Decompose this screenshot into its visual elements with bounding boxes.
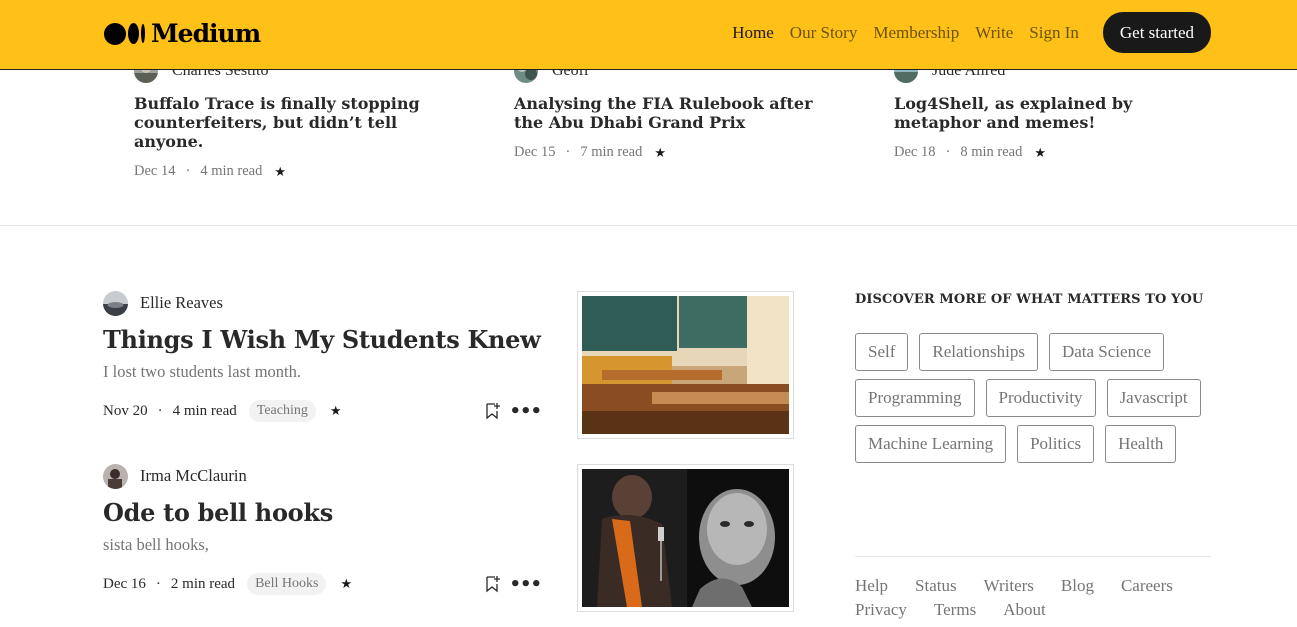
feed-post: Irma McClaurin Ode to bell hooks sista b… bbox=[103, 463, 553, 596]
footer-link-blog[interactable]: Blog bbox=[1061, 576, 1094, 596]
author-avatar[interactable] bbox=[103, 290, 128, 316]
nav-membership[interactable]: Membership bbox=[873, 13, 959, 53]
classroom-image bbox=[582, 296, 789, 434]
story-date: Dec 14 bbox=[134, 163, 176, 179]
topic-javascript[interactable]: Javascript bbox=[1106, 379, 1201, 417]
footer-link-status[interactable]: Status bbox=[915, 576, 957, 596]
topics-list: Self Relationships Data Science Programm… bbox=[855, 333, 1215, 463]
member-star-icon: ★ bbox=[274, 163, 286, 179]
bookmark-add-icon[interactable] bbox=[485, 575, 501, 593]
portrait-collage-image bbox=[582, 469, 789, 607]
trending-item[interactable]: Jude Allred Log4Shell, as explained by m… bbox=[894, 56, 1194, 161]
story-date: Nov 20 bbox=[103, 402, 148, 419]
topic-programming[interactable]: Programming bbox=[855, 379, 975, 417]
footer-link-writers[interactable]: Writers bbox=[984, 576, 1034, 596]
member-star-icon: ★ bbox=[329, 403, 342, 418]
author-avatar[interactable] bbox=[103, 463, 128, 489]
discover-heading: DISCOVER MORE OF WHAT MATTERS TO YOU bbox=[855, 292, 1204, 307]
medium-logo[interactable]: Medium bbox=[104, 19, 261, 48]
brand-name: Medium bbox=[151, 19, 261, 48]
topic-tag[interactable]: Bell Hooks bbox=[247, 573, 327, 595]
author-name[interactable]: Irma McClaurin bbox=[140, 466, 247, 486]
get-started-button[interactable]: Get started bbox=[1102, 12, 1211, 53]
topic-self[interactable]: Self bbox=[855, 333, 909, 371]
story-thumbnail[interactable] bbox=[577, 291, 794, 439]
trending-item[interactable]: Geoff Analysing the FIA Rulebook after t… bbox=[514, 56, 814, 161]
feed-post: Ellie Reaves Things I Wish My Students K… bbox=[103, 290, 553, 423]
story-date: Dec 18 bbox=[894, 144, 936, 160]
member-star-icon: ★ bbox=[1034, 144, 1046, 160]
sidebar-divider bbox=[855, 556, 1211, 557]
story-date: Dec 16 bbox=[103, 575, 146, 592]
story-title[interactable]: Things I Wish My Students Knew bbox=[103, 326, 553, 354]
story-subtitle[interactable]: I lost two students last month. bbox=[103, 362, 553, 382]
topic-data-science[interactable]: Data Science bbox=[1048, 333, 1165, 371]
read-time: 2 min read bbox=[170, 575, 236, 592]
member-star-icon: ★ bbox=[340, 576, 353, 591]
footer-link-help[interactable]: Help bbox=[855, 576, 888, 596]
nav-home[interactable]: Home bbox=[732, 13, 774, 53]
footer-link-about[interactable]: About bbox=[1003, 600, 1046, 620]
read-time: 4 min read bbox=[200, 163, 263, 179]
story-title[interactable]: Analysing the FIA Rulebook after the Abu… bbox=[514, 94, 814, 132]
footer-links: Help Status Writers Blog Careers Privacy… bbox=[855, 576, 1211, 620]
story-title[interactable]: Log4Shell, as explained by metaphor and … bbox=[894, 94, 1194, 132]
bookmark-add-icon[interactable] bbox=[485, 402, 501, 420]
topic-productivity[interactable]: Productivity bbox=[985, 379, 1096, 417]
top-navbar: Medium Home Our Story Membership Write S… bbox=[0, 0, 1297, 70]
story-title[interactable]: Buffalo Trace is finally stopping counte… bbox=[134, 94, 434, 151]
nav-our-story[interactable]: Our Story bbox=[790, 13, 858, 53]
separator: · bbox=[945, 144, 951, 160]
separator: · bbox=[185, 163, 191, 179]
separator: · bbox=[565, 144, 571, 160]
topic-tag[interactable]: Teaching bbox=[248, 400, 316, 422]
nav-sign-in[interactable]: Sign In bbox=[1029, 13, 1079, 53]
footer-link-terms[interactable]: Terms bbox=[934, 600, 976, 620]
read-time: 7 min read bbox=[580, 144, 643, 160]
more-options-icon[interactable]: ••• bbox=[509, 574, 542, 595]
author-name[interactable]: Ellie Reaves bbox=[140, 293, 223, 313]
read-time: 4 min read bbox=[172, 402, 237, 419]
topic-machine-learning[interactable]: Machine Learning bbox=[855, 425, 1007, 463]
section-divider bbox=[0, 225, 1297, 226]
story-thumbnail[interactable] bbox=[577, 464, 794, 612]
topic-politics[interactable]: Politics bbox=[1017, 425, 1095, 463]
topic-health[interactable]: Health bbox=[1105, 425, 1177, 463]
read-time: 8 min read bbox=[960, 144, 1023, 160]
main-nav: Home Our Story Membership Write Sign In … bbox=[732, 12, 1211, 53]
topic-relationships[interactable]: Relationships bbox=[919, 333, 1038, 371]
story-date: Dec 15 bbox=[514, 144, 556, 160]
medium-logo-icon bbox=[104, 22, 145, 45]
trending-item[interactable]: Charles Sestito Buffalo Trace is finally… bbox=[134, 56, 434, 180]
nav-write[interactable]: Write bbox=[975, 13, 1013, 53]
separator: · bbox=[157, 402, 163, 419]
footer-link-careers[interactable]: Careers bbox=[1121, 576, 1173, 596]
member-star-icon: ★ bbox=[654, 144, 666, 160]
footer-link-privacy[interactable]: Privacy bbox=[855, 600, 907, 620]
story-title[interactable]: Ode to bell hooks bbox=[103, 499, 553, 527]
story-subtitle[interactable]: sista bell hooks, bbox=[103, 535, 553, 555]
more-options-icon[interactable]: ••• bbox=[509, 401, 542, 422]
separator: · bbox=[155, 575, 161, 592]
